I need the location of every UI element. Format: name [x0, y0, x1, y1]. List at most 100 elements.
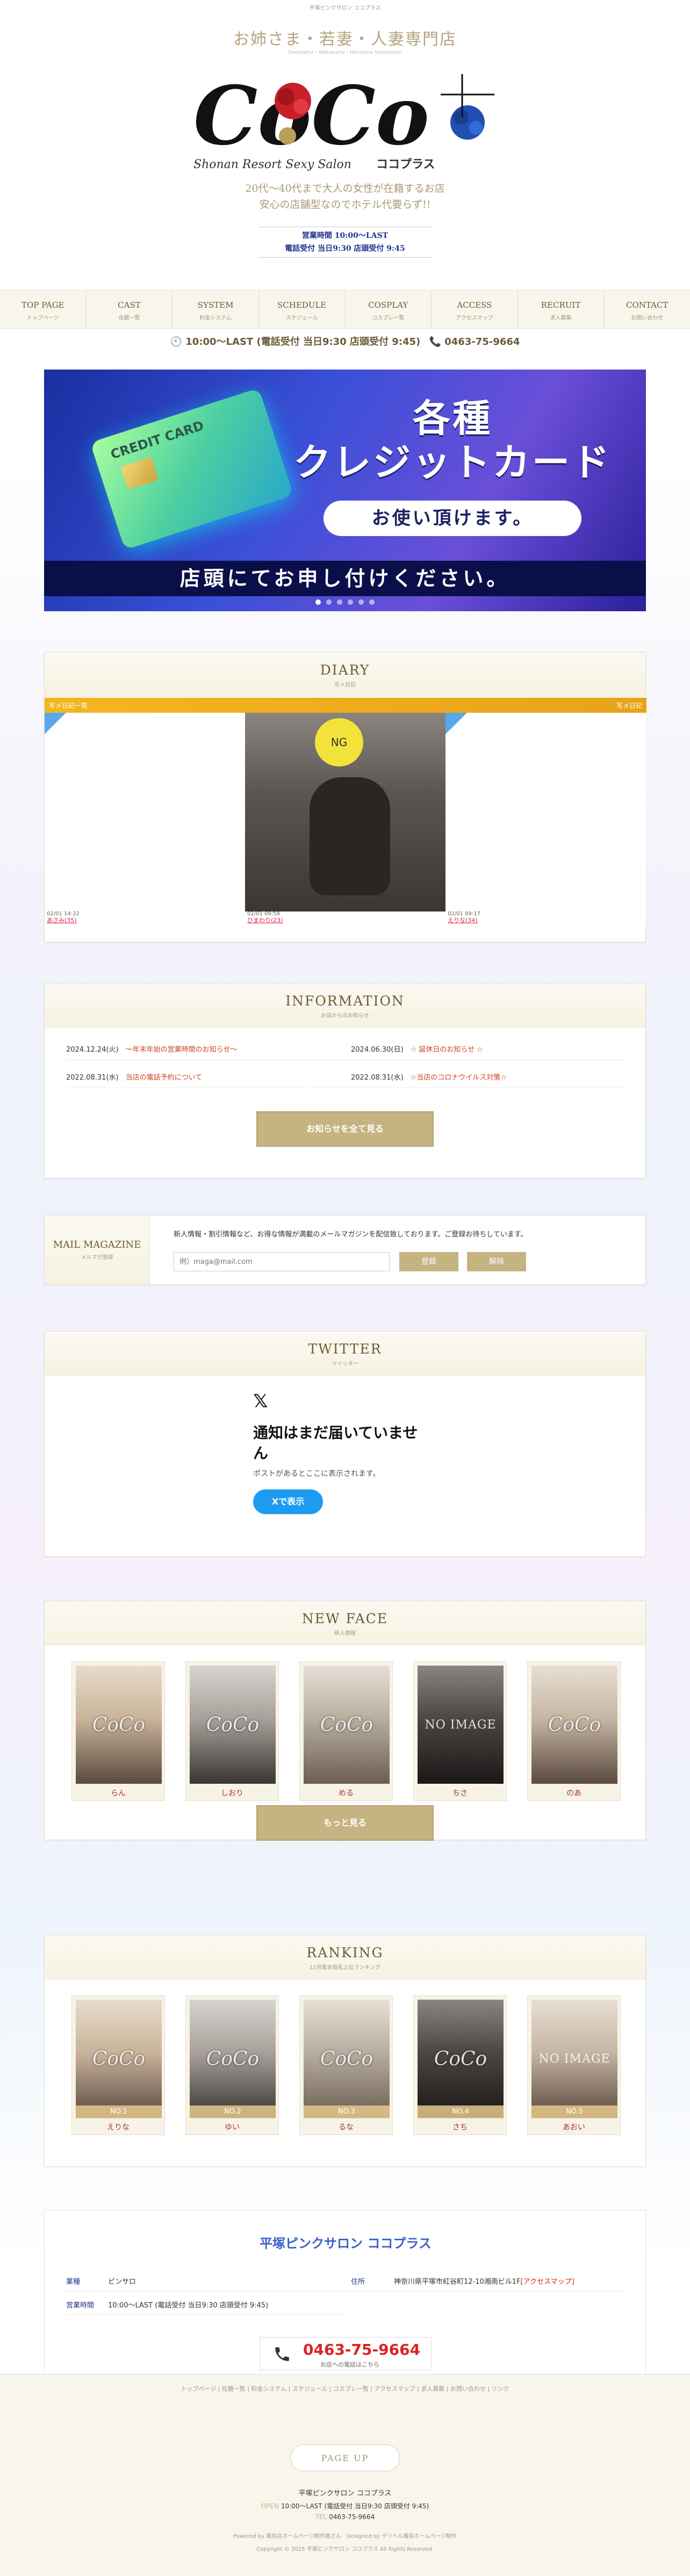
news-title[interactable]: 当店の電話予約について	[126, 1074, 203, 1082]
cast-name[interactable]: えりな	[72, 2122, 164, 2132]
ranking-card[interactable]: CoCo NO.1 えりな	[71, 1995, 165, 2135]
logo-watermark: CoCo	[418, 2000, 504, 2118]
nav-sublabel: コスプレ一覧	[372, 315, 405, 321]
hero-banner[interactable]: CREDIT CARD 各種 クレジットカード お使い頂けます。 店頭にてお申し…	[44, 370, 646, 611]
tel-number: 0463-75-9664	[303, 2341, 421, 2358]
diary-photo: NG	[245, 713, 445, 911]
ranking-card[interactable]: NO IMAGE NO.5 あおい	[527, 1995, 621, 2135]
section-subtitle: メルマガ登録	[81, 1255, 113, 1261]
footer-links[interactable]: トップページ | 在籍一覧 | 料金システム | スケジュール | コスプレ一覧…	[0, 2384, 690, 2393]
nav-system[interactable]: SYSTEM 料金システム	[172, 291, 259, 328]
banner-dot[interactable]	[358, 599, 364, 605]
banner-dot[interactable]	[348, 599, 353, 605]
diary-cast-name[interactable]: えりな(34)	[448, 916, 478, 924]
banner-dot[interactable]	[369, 599, 375, 605]
nav-sublabel: 在籍一覧	[118, 315, 140, 321]
news-date: 2024.12.24(火)	[66, 1046, 119, 1054]
watermark-text: CoCo	[320, 2047, 373, 2070]
cast-name[interactable]: しおり	[186, 1788, 278, 1798]
news-title[interactable]: ☆当店のコロナウイルス対策☆	[411, 1074, 507, 1082]
shop-info-title: 平塚ピンクサロン ココプラス	[260, 2236, 432, 2251]
news-item[interactable]: 2024.06.30(日) ☆ 誕休日のお知らせ ☆	[351, 1044, 483, 1054]
new-face-section: NEW FACE 新人情報 CoCo らん CoCo しおり CoCo める NO IMAG…	[44, 1601, 646, 1841]
nav-contact[interactable]: CONTACT お問い合わせ	[604, 291, 690, 328]
newface-more-button[interactable]: もっと見る	[256, 1805, 434, 1841]
rank-badge: NO.4	[418, 2105, 504, 2118]
hours-label: 営業時間	[66, 2302, 95, 2310]
ranking-card[interactable]: CoCo NO.2 ゆい	[185, 1995, 279, 2135]
banner-dot[interactable]	[326, 599, 332, 605]
diary-entry[interactable]: NG 02/01 09:58 ひまわり(23)	[245, 713, 445, 927]
watermark-text: CoCo	[434, 2047, 487, 2070]
nav-cast[interactable]: CAST 在籍一覧	[87, 291, 173, 328]
info-bar-tel[interactable]: 0463-75-9664	[444, 336, 520, 348]
nav-label: CAST	[118, 300, 141, 310]
diary-entry[interactable]: 02/01 09:17 えりな(34)	[445, 713, 646, 927]
catch-copy: 20代～40代まで大人の女性が在籍するお店 安心の店舗型なのでホテル代要らず!!	[0, 180, 690, 213]
banner-pill: お使い頂けます。	[324, 501, 581, 536]
cast-photo: NO IMAGE	[531, 2000, 617, 2118]
newface-card[interactable]: CoCo らん	[71, 1661, 165, 1801]
diary-cast-name[interactable]: ひまわり(23)	[247, 916, 283, 924]
cast-name[interactable]: らん	[72, 1788, 164, 1798]
cast-name[interactable]: るな	[300, 2122, 392, 2132]
nav-access[interactable]: ACCESS アクセスマップ	[432, 291, 518, 328]
x-logo-icon: 𝕏	[253, 1391, 268, 1412]
address-value: 神奈川県平塚市紅谷町12-10湘南ビル1F[アクセスマップ]	[394, 2276, 574, 2286]
diary-bar[interactable]: 写メ日記一覧 写メ日記	[45, 698, 646, 713]
ranking-card[interactable]: CoCo NO.4 さち	[413, 1995, 507, 2135]
information-header: INFORMATION お店からのお知らせ	[45, 983, 645, 1027]
newface-card[interactable]: CoCo める	[299, 1661, 393, 1801]
news-title[interactable]: 〜年末年始の営業時間のお知らせ〜	[126, 1046, 238, 1054]
diary-badge: NG	[315, 718, 363, 766]
news-item[interactable]: 2022.08.31(水) ☆当店のコロナウイルス対策☆	[351, 1072, 507, 1082]
ranking-card[interactable]: CoCo NO.3 るな	[299, 1995, 393, 2135]
nav-sublabel: アクセスマップ	[456, 315, 493, 321]
cast-name[interactable]: のあ	[528, 1788, 620, 1798]
cast-photo: CoCo	[190, 1666, 276, 1784]
section-title: DIARY	[320, 662, 370, 678]
news-item[interactable]: 2022.08.31(水) 当店の電話予約について	[66, 1072, 202, 1082]
nav-schedule[interactable]: SCHEDULE スケジュール	[259, 291, 346, 328]
nav-cosplay[interactable]: COSPLAY コスプレ一覧	[346, 291, 432, 328]
page-up-button[interactable]: PAGE UP	[290, 2444, 400, 2471]
tel-button[interactable]: 0463-75-9664 お店への電話はこちら	[260, 2337, 432, 2370]
newface-card[interactable]: NO IMAGE ちさ	[413, 1661, 507, 1801]
news-title[interactable]: ☆ 誕休日のお知らせ ☆	[411, 1046, 483, 1054]
diary-entry[interactable]: 02/01 14:22 あさみ(35)	[45, 713, 245, 927]
nav-sublabel: スケジュール	[286, 315, 318, 321]
nav-label: ACCESS	[457, 300, 492, 310]
info-more-button[interactable]: お知らせを全て見る	[256, 1111, 434, 1147]
nav-recruit[interactable]: RECRUIT 求人募集	[518, 291, 605, 328]
footer-powered[interactable]: Powered by 風俗店ホームページ制作屋さん Designed by デリ…	[0, 2531, 690, 2539]
info-bar: 🕙 10:00～LAST (電話受付 当日9:30 店頭受付 9:45) 📞 0…	[0, 334, 690, 348]
nav-top-page[interactable]: TOP PAGE トップページ	[0, 291, 87, 328]
diary-cast-name[interactable]: あさみ(35)	[47, 916, 77, 924]
header-hours: 営業時間 10:00～LAST 電話受付 当日9:30 店頭受付 9:45	[258, 227, 432, 258]
twitter-empty-title: 通知はまだ届いていません	[253, 1424, 418, 1462]
catch-line-1: 20代～40代まで大人の女性が在籍するお店	[245, 183, 445, 194]
cast-name[interactable]: ゆい	[186, 2122, 278, 2132]
logo-watermark: CoCo	[190, 1666, 276, 1784]
cast-name[interactable]: あおい	[528, 2122, 620, 2132]
cast-name[interactable]: ちさ	[414, 1788, 506, 1798]
cast-name[interactable]: める	[300, 1788, 392, 1798]
footer-copyright: Copyright © 2025 平塚ピンクサロン ココプラス All Righ…	[256, 2546, 434, 2552]
shop-logo[interactable]: CoCo Shonan Resort Sexy Salon ココプラス	[183, 63, 516, 171]
cast-name[interactable]: さち	[414, 2122, 506, 2132]
mail-cancel-button[interactable]: 解除	[467, 1252, 526, 1271]
banner-dot[interactable]	[315, 599, 321, 605]
nav-label: RECRUIT	[541, 300, 581, 310]
access-map-link[interactable]: [アクセスマップ]	[521, 2278, 574, 2286]
newface-card[interactable]: CoCo しおり	[185, 1661, 279, 1801]
mail-register-button[interactable]: 登録	[399, 1252, 458, 1271]
section-subtitle: ツイッター	[332, 1361, 358, 1367]
banner-dot[interactable]	[337, 599, 342, 605]
news-item[interactable]: 2024.12.24(火) 〜年末年始の営業時間のお知らせ〜	[66, 1044, 237, 1054]
nav-label: SCHEDULE	[277, 300, 327, 310]
newface-card[interactable]: CoCo のあ	[527, 1661, 621, 1801]
view-on-x-button[interactable]: Xで表示	[253, 1489, 323, 1514]
mail-input[interactable]	[174, 1252, 390, 1271]
cast-photo: NO IMAGE	[418, 1666, 504, 1784]
footer-tel-value[interactable]: 0463-75-9664	[329, 2513, 375, 2521]
